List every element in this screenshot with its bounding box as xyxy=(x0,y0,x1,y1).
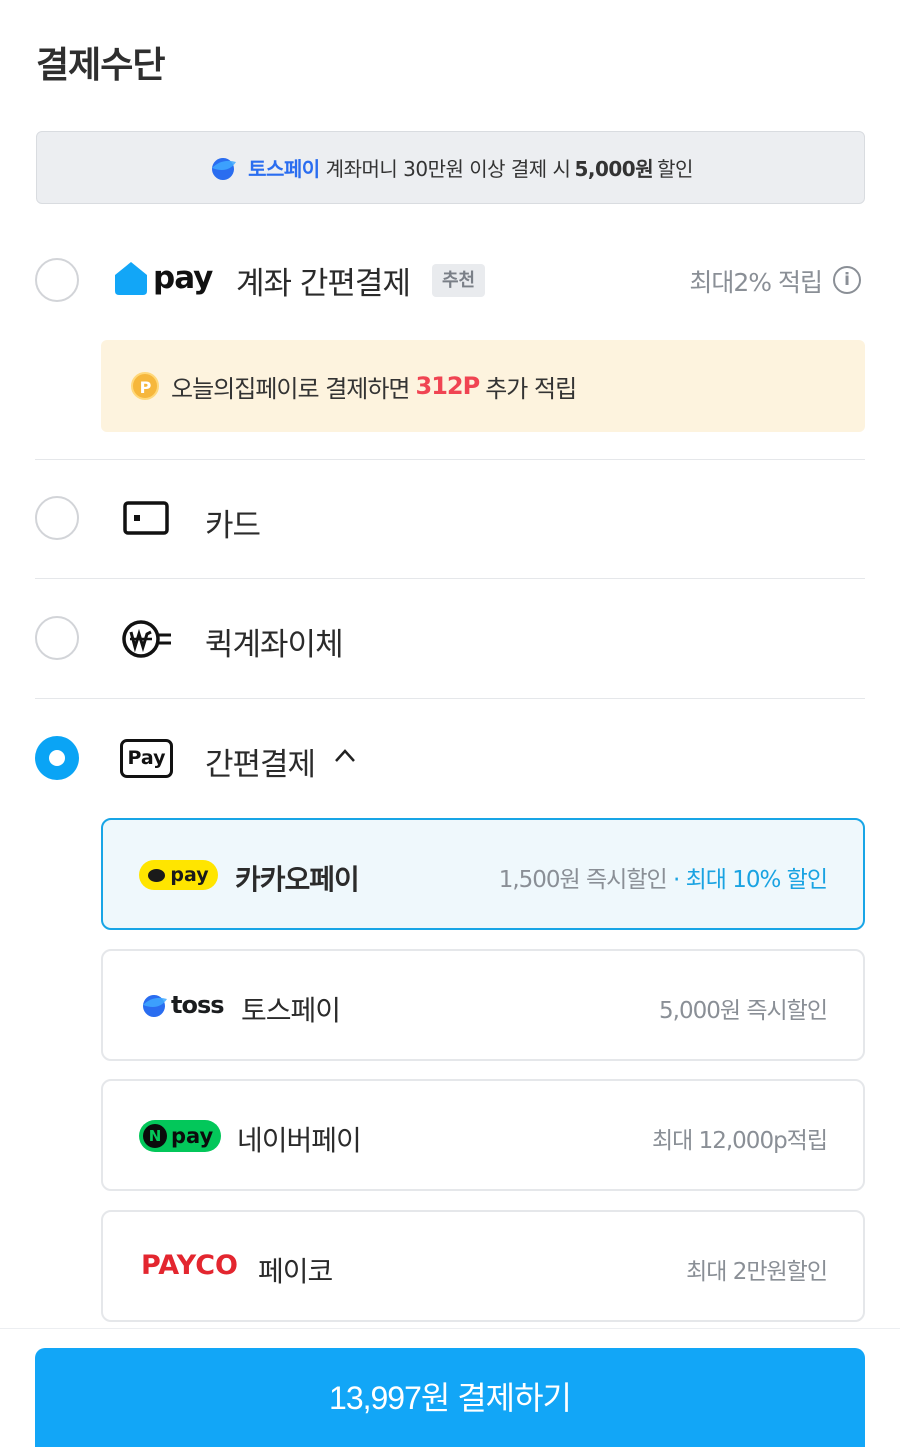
kakao-benefit-separator: · xyxy=(672,867,680,893)
point-reward-notice: P 오늘의집페이로 결제하면 312P 추가 적립 xyxy=(101,340,865,432)
kakao-benefit-accent: 최대 10% 할인 xyxy=(685,867,828,893)
divider xyxy=(35,459,865,460)
point-coin-icon: P xyxy=(131,372,159,400)
easy-pay-option-toss[interactable]: toss 토스페이 5,000원 즉시할인 xyxy=(101,949,865,1061)
easy-pay-option-kakao[interactable]: pay 카카오페이 1,500원 즉시할인 · 최대 10% 할인 xyxy=(101,818,865,930)
easy-pay-option-payco[interactable]: PAYCO 페이코 최대 2만원할인 xyxy=(101,1210,865,1322)
toss-logo-text: toss xyxy=(171,991,225,1019)
chevron-up-icon[interactable] xyxy=(333,744,357,768)
point-text-pre: 오늘의집페이로 결제하면 xyxy=(171,374,411,403)
ohouse-pay-logo: pay xyxy=(112,259,213,297)
naver-pay-name: 네이버페이 xyxy=(237,1124,362,1157)
kakao-benefit-main: 1,500원 즉시할인 xyxy=(498,867,668,893)
naver-logo-text: pay xyxy=(171,1124,214,1148)
page-title: 결제수단 xyxy=(36,45,165,86)
kakao-logo-text: pay xyxy=(170,864,209,886)
easy-pay-option-naver[interactable]: N pay 네이버페이 최대 12,000p적립 xyxy=(101,1079,865,1191)
ohouse-pay-label: 계좌 간편결제 xyxy=(236,266,411,302)
toss-promo-banner[interactable]: 토스페이 계좌머니 30만원 이상 결제 시 5,000원 할인 xyxy=(36,131,865,204)
toss-logo-icon xyxy=(143,995,167,1017)
toss-logo-icon xyxy=(212,157,237,180)
kakao-pay-name: 카카오페이 xyxy=(235,863,360,896)
pay-icon: Pay xyxy=(120,739,173,778)
promo-amount: 5,000원 xyxy=(574,157,654,181)
point-amount: 312P xyxy=(415,372,481,400)
kakao-pay-benefit: 1,500원 즉시할인 · 최대 10% 할인 xyxy=(498,860,828,894)
radio-quick-transfer[interactable] xyxy=(35,616,79,660)
toss-logo: toss xyxy=(139,991,225,1019)
easy-pay-label[interactable]: 간편결제 xyxy=(205,739,316,784)
speech-bubble-icon xyxy=(148,868,166,882)
promo-text: 계좌머니 30만원 이상 결제 시 xyxy=(325,157,571,181)
recommend-badge: 추천 xyxy=(432,264,486,297)
radio-ohouse-pay[interactable] xyxy=(35,258,79,302)
card-label: 카드 xyxy=(205,508,261,544)
promo-brand: 토스페이 xyxy=(248,157,320,181)
divider xyxy=(35,578,865,579)
kakao-pay-logo: pay xyxy=(139,860,218,890)
ohouse-pay-logo-text: pay xyxy=(153,260,213,296)
checkout-bar: 13,997원 결제하기 xyxy=(0,1328,900,1447)
toss-pay-benefit: 5,000원 즉시할인 xyxy=(659,998,828,1024)
payco-name: 페이코 xyxy=(258,1255,333,1288)
ohouse-pay-reward: 최대2% 적립 xyxy=(689,268,823,297)
divider xyxy=(35,698,865,699)
naver-n-icon: N xyxy=(143,1124,167,1148)
payco-logo: PAYCO xyxy=(141,1250,238,1281)
house-icon xyxy=(115,262,147,295)
naver-pay-benefit: 최대 12,000p적립 xyxy=(651,1128,828,1154)
info-icon[interactable]: i xyxy=(833,266,861,294)
radio-easy-pay[interactable] xyxy=(35,736,79,780)
radio-card[interactable] xyxy=(35,496,79,540)
payco-benefit: 최대 2만원할인 xyxy=(686,1259,828,1285)
promo-suffix: 할인 xyxy=(657,157,693,181)
quick-transfer-label: 퀵계좌이체 xyxy=(205,627,344,663)
card-icon xyxy=(123,501,169,535)
won-transfer-icon xyxy=(122,620,171,658)
point-text-post: 추가 적립 xyxy=(485,374,577,403)
toss-pay-name: 토스페이 xyxy=(241,994,341,1027)
naver-pay-logo: N pay xyxy=(139,1120,221,1152)
checkout-button[interactable]: 13,997원 결제하기 xyxy=(35,1348,865,1447)
